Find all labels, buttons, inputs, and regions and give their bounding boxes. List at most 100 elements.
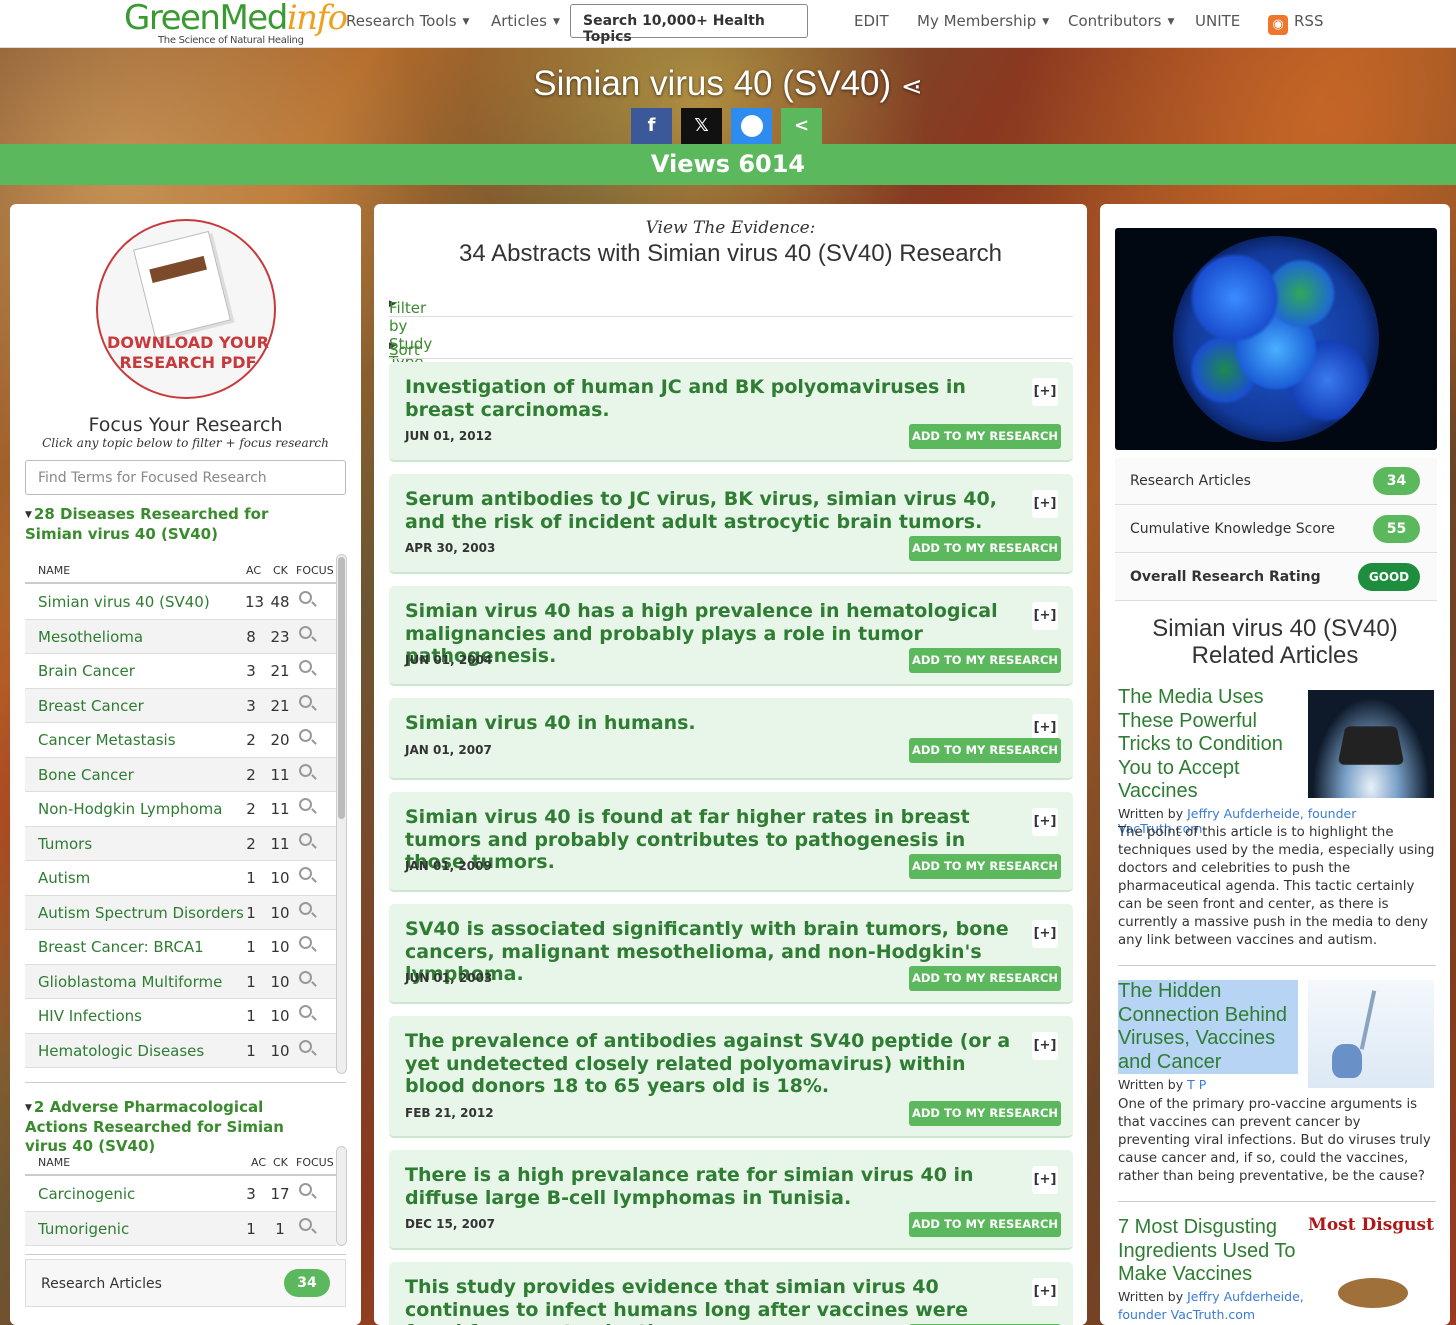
add-to-my-research-button[interactable]: ADD TO MY RESEARCH bbox=[909, 536, 1061, 561]
nav-articles[interactable]: Articles ▼ bbox=[491, 12, 560, 30]
abstract-title-link[interactable]: This study provides evidence that simian… bbox=[405, 1276, 1015, 1325]
expand-button[interactable]: [+] bbox=[1032, 1166, 1058, 1194]
syringe-thumbnail[interactable] bbox=[1308, 980, 1434, 1088]
article-title-link[interactable]: The Media Uses These Powerful Tricks to … bbox=[1118, 686, 1304, 804]
abstract-card[interactable]: This study provides evidence that simian… bbox=[389, 1262, 1073, 1325]
related-article-3[interactable]: 7 Most Disgusting Ingredients Used To Ma… bbox=[1118, 1216, 1436, 1325]
expand-button[interactable]: [+] bbox=[1032, 1032, 1058, 1060]
diseases-name-link[interactable]: Autism bbox=[38, 869, 90, 887]
diseases-name-link[interactable]: Hematologic Diseases bbox=[38, 1042, 204, 1060]
magnifier-icon[interactable] bbox=[299, 625, 317, 644]
pharm-scrollbar[interactable] bbox=[336, 1146, 347, 1246]
diseases-row[interactable]: Tumors 2 11 bbox=[25, 826, 336, 861]
magnifier-icon[interactable] bbox=[299, 867, 317, 885]
magnifier-icon[interactable] bbox=[299, 970, 317, 989]
expand-button[interactable]: [+] bbox=[1032, 920, 1058, 948]
add-to-my-research-button[interactable]: ADD TO MY RESEARCH bbox=[909, 648, 1061, 673]
add-to-my-research-button[interactable]: ADD TO MY RESEARCH bbox=[909, 424, 1061, 449]
add-to-my-research-button[interactable]: ADD TO MY RESEARCH bbox=[909, 854, 1061, 879]
add-to-my-research-button[interactable]: ADD TO MY RESEARCH bbox=[909, 737, 1061, 763]
magnifier-icon[interactable] bbox=[299, 729, 317, 747]
diseases-name-link[interactable]: HIV Infections bbox=[38, 1007, 142, 1025]
nav-research-tools[interactable]: Research Tools ▼ bbox=[346, 12, 469, 30]
magnifier-icon[interactable] bbox=[299, 1183, 317, 1201]
add-to-my-research-button[interactable]: ADD TO MY RESEARCH bbox=[909, 966, 1061, 991]
magnifier-icon[interactable] bbox=[299, 901, 317, 920]
download-pdf-button[interactable]: DOWNLOAD YOUR RESEARCH PDF bbox=[96, 219, 276, 399]
pharm-row[interactable]: Carcinogenic 3 17 bbox=[25, 1177, 336, 1212]
remote-control-thumbnail[interactable] bbox=[1308, 690, 1434, 798]
focus-search-input[interactable] bbox=[25, 460, 346, 495]
diseases-row[interactable]: Brain Cancer 3 21 bbox=[25, 654, 336, 689]
diseases-row[interactable]: Simian virus 40 (SV40) 13 48 bbox=[25, 585, 336, 620]
magnifier-icon[interactable] bbox=[299, 798, 317, 816]
magnifier-icon[interactable] bbox=[299, 832, 317, 851]
diseases-name-link[interactable]: Brain Cancer bbox=[38, 662, 135, 680]
diseases-row[interactable]: Bone Cancer 2 11 bbox=[25, 757, 336, 792]
nav-rss[interactable]: ◉ RSS bbox=[1268, 12, 1323, 35]
nav-edit[interactable]: EDIT bbox=[854, 12, 889, 30]
abstract-card[interactable]: Serum antibodies to JC virus, BK virus, … bbox=[389, 474, 1073, 574]
magnifier-icon[interactable] bbox=[299, 1005, 317, 1023]
related-article-1[interactable]: The Media Uses These Powerful Tricks to … bbox=[1118, 686, 1436, 948]
author-link[interactable]: T P bbox=[1187, 1077, 1206, 1092]
abstract-card[interactable]: The prevalence of antibodies against SV4… bbox=[389, 1016, 1073, 1138]
abstract-title-link[interactable]: The prevalence of antibodies against SV4… bbox=[405, 1030, 1015, 1098]
add-to-my-research-button[interactable]: ADD TO MY RESEARCH bbox=[909, 1212, 1061, 1237]
add-to-my-research-button[interactable]: ADD TO MY RESEARCH bbox=[909, 1100, 1061, 1126]
pharm-name-link[interactable]: Tumorigenic bbox=[38, 1220, 129, 1238]
diseases-name-link[interactable]: Bone Cancer bbox=[38, 766, 134, 784]
diseases-row[interactable]: Breast Cancer: BRCA1 1 10 bbox=[25, 930, 336, 965]
expand-button[interactable]: [+] bbox=[1032, 378, 1058, 406]
abstract-card[interactable]: Simian virus 40 in humans. [+] JAN 01, 200… bbox=[389, 698, 1073, 780]
expand-button[interactable]: [+] bbox=[1032, 808, 1058, 836]
vaccine-ingredients-thumbnail[interactable]: Most Disgusting Ingredients Used to Make… bbox=[1308, 1216, 1434, 1324]
magnifier-icon[interactable] bbox=[299, 660, 317, 678]
share-icon[interactable]: ⋖ bbox=[901, 71, 923, 101]
article-title-link[interactable]: 7 Most Disgusting Ingredients Used To Ma… bbox=[1118, 1216, 1304, 1287]
pharm-name-link[interactable]: Carcinogenic bbox=[38, 1185, 135, 1203]
search-topics-button[interactable]: Search 10,000+ Health Topics bbox=[570, 4, 808, 45]
diseases-name-link[interactable]: Breast Cancer: BRCA1 bbox=[38, 938, 204, 956]
x-share-button[interactable]: 𝕏 bbox=[681, 108, 722, 144]
magnifier-icon[interactable] bbox=[299, 1217, 317, 1236]
generic-share-button[interactable]: < bbox=[781, 108, 822, 144]
nav-unite[interactable]: UNITE bbox=[1195, 12, 1240, 30]
abstract-card[interactable]: Simian virus 40 is found at far higher r… bbox=[389, 792, 1073, 892]
abstract-card[interactable]: SV40 is associated significantly with br… bbox=[389, 904, 1073, 1004]
diseases-section-toggle[interactable]: ▼ 28 Diseases Researched for Simian virus… bbox=[25, 505, 325, 544]
abstract-title-link[interactable]: Investigation of human JC and BK polyoma… bbox=[405, 376, 1015, 421]
diseases-name-link[interactable]: Autism Spectrum Disorders bbox=[38, 904, 244, 922]
magnifier-icon[interactable] bbox=[299, 1039, 317, 1058]
expand-button[interactable]: [+] bbox=[1032, 490, 1058, 518]
diseases-row[interactable]: Cancer Metastasis 2 20 bbox=[25, 723, 336, 758]
greenmedinfo-logo[interactable]: GreenMedinfo The Science of Natural Heal… bbox=[124, 0, 348, 46]
diseases-row[interactable]: Autism 1 10 bbox=[25, 861, 336, 896]
magnifier-icon[interactable] bbox=[299, 591, 317, 609]
related-article-2[interactable]: The Hidden Connection Behind Viruses, Va… bbox=[1118, 980, 1436, 1205]
nav-my-membership[interactable]: My Membership ▼ bbox=[917, 12, 1049, 30]
abstract-card[interactable]: Simian virus 40 has a high prevalence in… bbox=[389, 586, 1073, 686]
abstract-title-link[interactable]: Simian virus 40 in humans. bbox=[405, 712, 1015, 735]
expand-button[interactable]: [+] bbox=[1032, 1278, 1058, 1306]
abstract-title-link[interactable]: Serum antibodies to JC virus, BK virus, … bbox=[405, 488, 1015, 533]
diseases-name-link[interactable]: Mesothelioma bbox=[38, 628, 143, 646]
diseases-name-link[interactable]: Tumors bbox=[38, 835, 92, 853]
filter-study-type-toggle[interactable]: ▶Filter by Study Type bbox=[389, 275, 1073, 371]
pharm-row[interactable]: Tumorigenic 1 1 bbox=[25, 1211, 336, 1246]
nav-contributors[interactable]: Contributors ▼ bbox=[1068, 12, 1174, 30]
diseases-row[interactable]: Mesothelioma 8 23 bbox=[25, 619, 336, 654]
expand-button[interactable]: [+] bbox=[1032, 602, 1058, 630]
magnifier-icon[interactable] bbox=[299, 694, 317, 713]
diseases-row[interactable]: Glioblastoma Multiforme 1 10 bbox=[25, 964, 336, 999]
diseases-name-link[interactable]: Cancer Metastasis bbox=[38, 731, 176, 749]
abstract-card[interactable]: Investigation of human JC and BK polyoma… bbox=[389, 362, 1073, 462]
diseases-row[interactable]: Breast Cancer 3 21 bbox=[25, 688, 336, 723]
sort-abstracts-toggle[interactable]: ▶Sort Abstracts bbox=[389, 317, 1073, 377]
messenger-share-button[interactable] bbox=[731, 108, 772, 144]
abstract-card[interactable]: There is a high prevalance rate for simi… bbox=[389, 1150, 1073, 1250]
diseases-name-link[interactable]: Breast Cancer bbox=[38, 697, 144, 715]
diseases-name-link[interactable]: Non-Hodgkin Lymphoma bbox=[38, 800, 222, 818]
magnifier-icon[interactable] bbox=[299, 936, 317, 954]
magnifier-icon[interactable] bbox=[299, 763, 317, 782]
